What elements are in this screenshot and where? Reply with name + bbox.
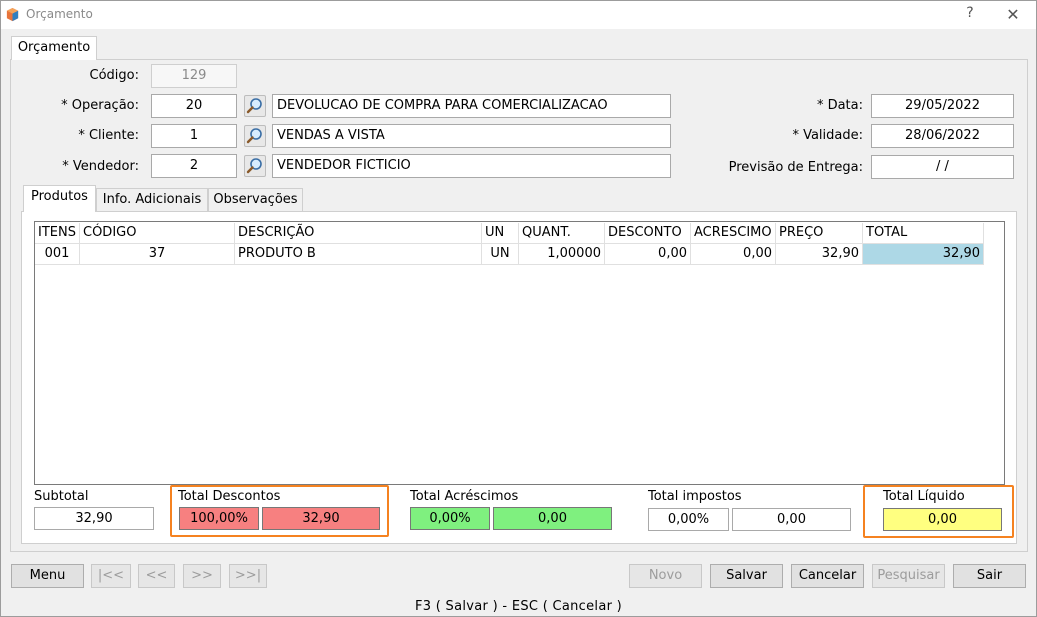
subtotal-field: 32,90 [34,507,154,530]
operacao-search-button[interactable] [244,95,266,117]
validade-label: * Validade: [792,128,863,143]
operacao-desc-field[interactable]: DEVOLUCAO DE COMPRA PARA COMERCIALIZACAO [272,94,671,118]
last-record-button[interactable]: >>| [229,564,267,588]
column-header-quant[interactable]: QUANT. [519,223,605,244]
cell-acrescimo[interactable]: 0,00 [691,244,776,265]
codigo-field: 129 [151,64,237,88]
magnifier-icon [246,128,262,144]
acrescimos-value-field: 0,00 [493,507,612,530]
descontos-pct-field: 100,00% [179,507,259,530]
data-field[interactable]: 29/05/2022 [871,94,1014,118]
data-label: * Data: [816,98,863,113]
column-header-un[interactable]: UN [482,223,519,244]
next-record-button[interactable]: >> [183,564,221,588]
cell-descricao[interactable]: PRODUTO B [235,244,482,265]
tab-produtos[interactable]: Produtos [23,185,96,212]
column-header-desconto[interactable]: DESCONTO [605,223,691,244]
tab-orcamento[interactable]: Orçamento [11,36,97,60]
tab-info-adicionais[interactable]: Info. Adicionais [96,188,208,212]
cell-desconto[interactable]: 0,00 [605,244,691,265]
novo-button[interactable]: Novo [629,564,702,588]
cliente-code-field[interactable]: 1 [151,124,237,148]
tab-observacoes[interactable]: Observações [208,188,303,212]
cell-itens[interactable]: 001 [35,244,80,265]
acrescimos-label: Total Acréscimos [410,489,519,504]
column-header-preco[interactable]: PREÇO [776,223,863,244]
validade-field[interactable]: 28/06/2022 [871,124,1014,148]
cell-quant[interactable]: 1,00000 [519,244,605,265]
cell-preco[interactable]: 32,90 [776,244,863,265]
column-header-itens[interactable]: ITENS [35,223,80,244]
impostos-label: Total impostos [648,489,742,504]
menu-button[interactable]: Menu [11,564,84,588]
sair-button[interactable]: Sair [953,564,1026,588]
magnifier-icon [246,98,262,114]
magnifier-icon [246,158,262,174]
operacao-label: * Operação: [61,98,139,113]
impostos-value-field: 0,00 [732,508,851,531]
app-icon [6,7,19,22]
cell-total[interactable]: 32,90 [863,244,984,265]
previous-record-button[interactable]: << [138,564,175,588]
subtotal-label: Subtotal [34,489,89,504]
previsao-entrega-label: Previsão de Entrega: [728,160,863,175]
pesquisar-button[interactable]: Pesquisar [872,564,945,588]
vendedor-search-button[interactable] [244,155,266,177]
vendedor-code-field[interactable]: 2 [151,154,237,178]
title-bar: Orçamento ? ✕ [1,1,1036,29]
column-header-descricao[interactable]: DESCRIÇÃO [235,223,482,244]
help-button[interactable]: ? [961,5,979,23]
vendedor-desc-field[interactable]: VENDEDOR FICTICIO [272,154,671,178]
items-grid[interactable]: ITENS CÓDIGO DESCRIÇÃO UN QUANT. DESCONT… [34,221,1005,485]
acrescimos-pct-field: 0,00% [410,507,490,530]
previsao-entrega-field[interactable]: / / [871,155,1014,179]
cancelar-button[interactable]: Cancelar [791,564,864,588]
close-button[interactable]: ✕ [1003,5,1023,25]
column-header-codigo[interactable]: CÓDIGO [80,223,235,244]
cell-un[interactable]: UN [482,244,519,265]
liquido-field: 0,00 [883,508,1002,531]
operacao-code-field[interactable]: 20 [151,94,237,118]
first-record-button[interactable]: |<< [91,564,131,588]
window-title: Orçamento [26,7,93,21]
impostos-pct-field: 0,00% [648,508,729,531]
liquido-label: Total Líquido [883,489,965,504]
window: Orçamento ? ✕ Orçamento Código: 129 * Op… [0,0,1037,617]
salvar-button[interactable]: Salvar [710,564,783,588]
descontos-label: Total Descontos [178,489,281,504]
column-header-acrescimo[interactable]: ACRESCIMO [691,223,776,244]
status-bar: F3 ( Salvar ) - ESC ( Cancelar ) [414,599,623,614]
cliente-search-button[interactable] [244,125,266,147]
codigo-label: Código: [89,68,139,83]
cliente-desc-field[interactable]: VENDAS A VISTA [272,124,671,148]
cell-codigo[interactable]: 37 [80,244,235,265]
column-header-total[interactable]: TOTAL [863,223,984,244]
vendedor-label: * Vendedor: [62,159,139,174]
descontos-value-field: 32,90 [262,507,380,530]
cliente-label: * Cliente: [78,128,139,143]
